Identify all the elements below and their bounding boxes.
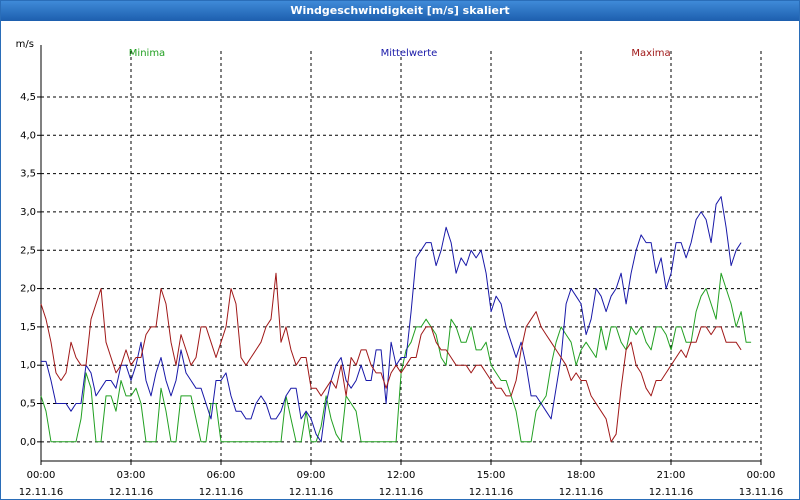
y-tick-label: 4,5 (20, 92, 36, 103)
x-tick-date-label: 12.11.16 (19, 487, 64, 498)
x-tick-time-label: 00:00 (27, 470, 56, 481)
x-tick-time-label: 03:00 (117, 470, 146, 481)
x-tick-time-label: 12:00 (387, 470, 416, 481)
x-tick-date-label: 12.11.16 (109, 487, 154, 498)
y-tick-label: 1,0 (20, 360, 36, 371)
legend-entry-minima: Minima (129, 48, 165, 59)
series-line-maxima (40, 272, 742, 443)
x-tick-date-label: 12.11.16 (469, 487, 514, 498)
y-tick-label: 4,0 (20, 130, 36, 141)
x-tick-time-label: 21:00 (657, 470, 686, 481)
x-tick-date-label: 12.11.16 (379, 487, 424, 498)
y-tick-label: 2,5 (20, 245, 36, 256)
chart-legend: Minima Mittelwerte Maxima (129, 48, 671, 59)
series-line-mittelwerte (41, 196, 742, 443)
y-axis-labels: 0,0 0,5 1,0 1,5 2,0 2,5 3,0 3,5 4,0 4,5 m/s (16, 39, 36, 448)
series-line-minima (40, 272, 752, 443)
x-tick-time-label: 09:00 (297, 470, 326, 481)
x-tick-date-label: 13.11.16 (739, 487, 784, 498)
y-tick-label: 2,0 (20, 284, 36, 295)
x-tick-date-label: 12.11.16 (199, 487, 244, 498)
legend-entry-maxima: Maxima (631, 48, 670, 59)
y-axis-title: m/s (16, 39, 34, 50)
x-tick-time-label: 00:00 (747, 470, 776, 481)
y-tick-label: 3,0 (20, 207, 36, 218)
chart-window: Windgeschwindigkeit [m/s] skaliert 0,0 0,… (0, 0, 800, 500)
x-tick-date-label: 12.11.16 (289, 487, 334, 498)
y-tick-label: 0,5 (20, 399, 36, 410)
y-tick-label: 1,5 (20, 322, 36, 333)
x-axis-labels: 00:00 12.11.16 03:00 12.11.16 06:00 12.11.16 0… (19, 470, 784, 498)
y-tick-label: 0,0 (20, 437, 36, 448)
x-tick-date-label: 12.11.16 (649, 487, 694, 498)
x-tick-time-label: 15:00 (477, 470, 506, 481)
chart-series (40, 196, 752, 443)
x-tick-time-label: 06:00 (207, 470, 236, 481)
chart-title: Windgeschwindigkeit [m/s] skaliert (1, 1, 799, 21)
chart-plot: 0,0 0,5 1,0 1,5 2,0 2,5 3,0 3,5 4,0 4,5 m/s 00:00 1… (16, 39, 784, 498)
x-tick-date-label: 12.11.16 (559, 487, 604, 498)
x-tick-time-label: 18:00 (567, 470, 596, 481)
legend-entry-mittelwerte: Mittelwerte (381, 48, 438, 59)
y-tick-label: 3,5 (20, 169, 36, 180)
